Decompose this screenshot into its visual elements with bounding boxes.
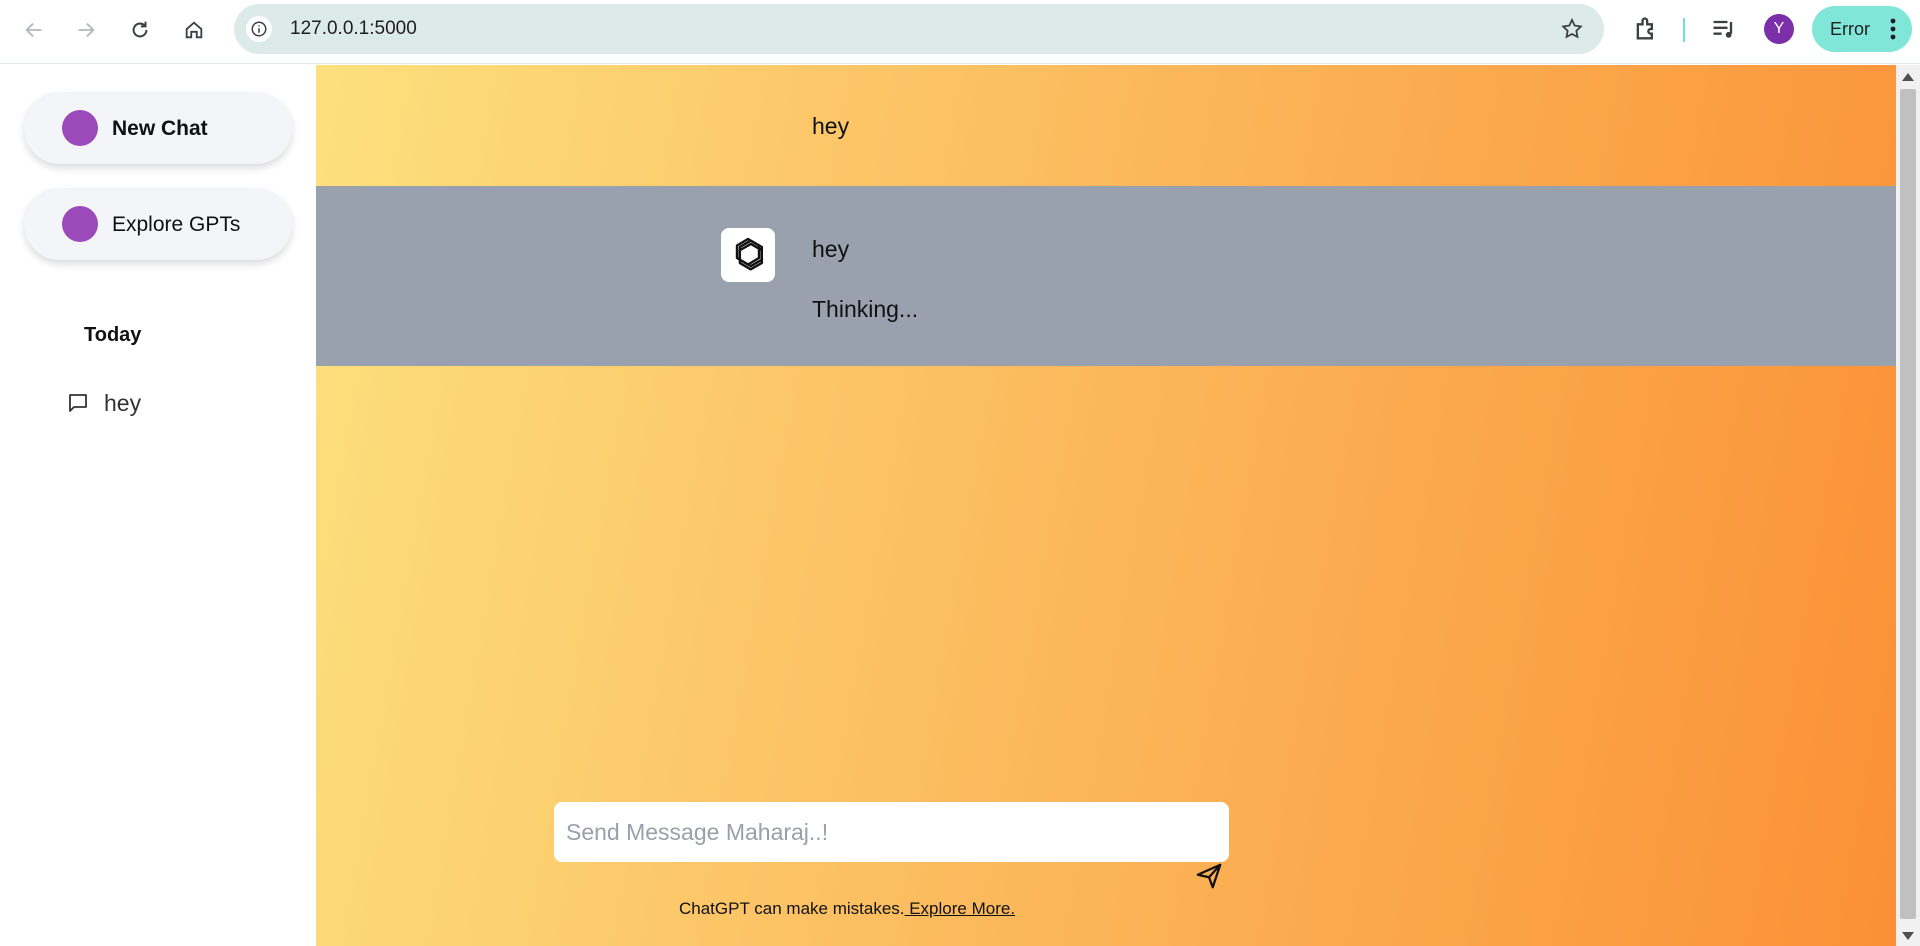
reload-button[interactable] bbox=[122, 12, 158, 48]
disclaimer-text: ChatGPT can make mistakes. bbox=[679, 899, 905, 918]
disclaimer: ChatGPT can make mistakes. Explore More. bbox=[679, 899, 1015, 919]
message-composer bbox=[554, 802, 1229, 862]
error-label: Error bbox=[1830, 18, 1870, 39]
back-button[interactable] bbox=[16, 12, 52, 48]
history-item-label: hey bbox=[104, 389, 142, 416]
history-item[interactable]: hey bbox=[66, 388, 141, 418]
explore-icon bbox=[62, 206, 98, 242]
error-button[interactable]: Error bbox=[1812, 6, 1912, 52]
arrow-right-icon bbox=[78, 22, 95, 38]
chat-bubble-icon bbox=[69, 394, 87, 412]
explore-gpts-button[interactable]: Explore GPTs bbox=[24, 188, 292, 260]
new-chat-button[interactable]: New Chat bbox=[24, 92, 292, 164]
new-chat-label: New Chat bbox=[112, 117, 208, 140]
address-bar[interactable]: 127.0.0.1:5000 bbox=[234, 4, 1604, 54]
scroll-thumb[interactable] bbox=[1900, 89, 1916, 919]
media-control-icon[interactable] bbox=[1710, 15, 1738, 43]
explore-more-link[interactable]: Explore More. bbox=[905, 899, 1015, 918]
new-chat-icon bbox=[62, 110, 98, 146]
message-input[interactable] bbox=[566, 814, 1206, 850]
home-button[interactable] bbox=[176, 12, 212, 48]
chat-area: hey hey Thinking... ChatGPT can make mis… bbox=[316, 65, 1896, 946]
assistant-message-block: hey Thinking... bbox=[316, 186, 1896, 366]
assistant-message: hey bbox=[812, 236, 850, 262]
openai-logo-icon bbox=[735, 237, 764, 271]
home-icon bbox=[185, 21, 203, 39]
bookmark-star-icon[interactable] bbox=[1560, 17, 1584, 41]
assistant-status: Thinking... bbox=[812, 296, 919, 322]
url-text[interactable]: 127.0.0.1:5000 bbox=[290, 18, 417, 40]
history-section-title: Today bbox=[84, 324, 142, 346]
reload-icon bbox=[132, 21, 148, 38]
scroll-up-arrow-icon[interactable] bbox=[1902, 73, 1914, 81]
toolbar-divider bbox=[1683, 18, 1685, 42]
arrow-left-icon bbox=[25, 22, 42, 38]
assistant-avatar bbox=[721, 228, 775, 282]
scrollbar[interactable] bbox=[1896, 65, 1920, 946]
more-vert-icon bbox=[1890, 18, 1896, 40]
explore-label: Explore GPTs bbox=[112, 213, 241, 236]
profile-avatar[interactable]: Y bbox=[1764, 14, 1794, 44]
user-message: hey bbox=[812, 113, 850, 139]
site-info-icon[interactable] bbox=[246, 16, 272, 42]
send-icon[interactable] bbox=[1194, 861, 1224, 891]
sidebar: New Chat Explore GPTs Today hey bbox=[0, 65, 316, 946]
forward-button[interactable] bbox=[68, 12, 104, 48]
extensions-icon[interactable] bbox=[1632, 15, 1660, 43]
browser-toolbar: 127.0.0.1:5000 Y Error bbox=[0, 0, 1920, 64]
scroll-down-arrow-icon[interactable] bbox=[1902, 932, 1914, 940]
